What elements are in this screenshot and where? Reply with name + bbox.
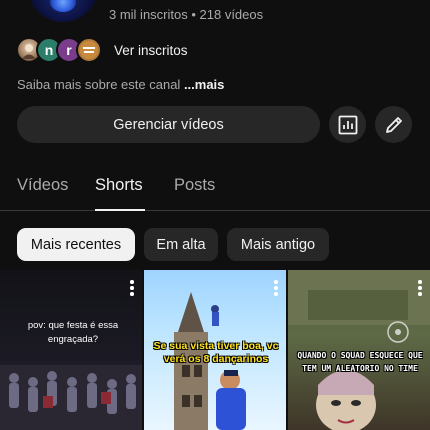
pencil-icon	[385, 116, 402, 133]
channel-stats: 3 mil inscritos • 218 vídeos	[109, 7, 264, 22]
tab-shorts[interactable]: Shorts	[95, 176, 143, 195]
about-more-link[interactable]: ...mais	[184, 77, 224, 92]
short-thumbnail[interactable]: QUANDO O SQUAD ESQUECE QUE TEM UM ALEATO…	[288, 270, 430, 430]
filter-chip-recent[interactable]: Mais recentes	[17, 228, 135, 261]
channel-avatar[interactable]	[28, 0, 98, 22]
edit-channel-button[interactable]	[375, 106, 412, 143]
more-options-icon[interactable]	[418, 280, 422, 296]
short-thumbnail[interactable]: pov: que festa é essa engraçada?	[0, 270, 142, 430]
avatar-glow	[50, 0, 76, 12]
dancers-scene-image	[0, 365, 142, 430]
filter-chip-popular[interactable]: Em alta	[144, 228, 218, 261]
subscriber-avatar-logo	[76, 37, 102, 63]
short-caption: Se sua vista tiver boa, vc verá os 8 dan…	[153, 340, 279, 365]
active-tab-indicator	[95, 209, 145, 211]
filter-chip-oldest[interactable]: Mais antigo	[227, 228, 329, 261]
tab-videos[interactable]: Vídeos	[17, 176, 68, 195]
manage-videos-button[interactable]: Gerenciar vídeos	[17, 106, 320, 143]
short-caption: pov: que festa é essa engraçada?	[27, 320, 119, 345]
channel-tabs: Vídeos Shorts Posts	[0, 168, 430, 211]
more-options-icon[interactable]	[274, 280, 278, 296]
analytics-button[interactable]	[329, 106, 366, 143]
view-subscribers-link[interactable]: Ver inscritos	[114, 43, 188, 58]
more-options-icon[interactable]	[130, 280, 134, 296]
about-channel[interactable]: Saiba mais sobre este canal ...mais	[17, 77, 224, 92]
tab-posts[interactable]: Posts	[174, 176, 215, 195]
logo-icon	[80, 41, 98, 59]
about-text: Saiba mais sobre este canal	[17, 77, 184, 92]
subscribers-row[interactable]: n r Ver inscritos	[16, 36, 188, 64]
bar-chart-icon	[338, 115, 357, 134]
short-caption: QUANDO O SQUAD ESQUECE QUE TEM UM ALEATO…	[297, 351, 423, 373]
short-thumbnail[interactable]: Se sua vista tiver boa, vc verá os 8 dan…	[144, 270, 286, 430]
